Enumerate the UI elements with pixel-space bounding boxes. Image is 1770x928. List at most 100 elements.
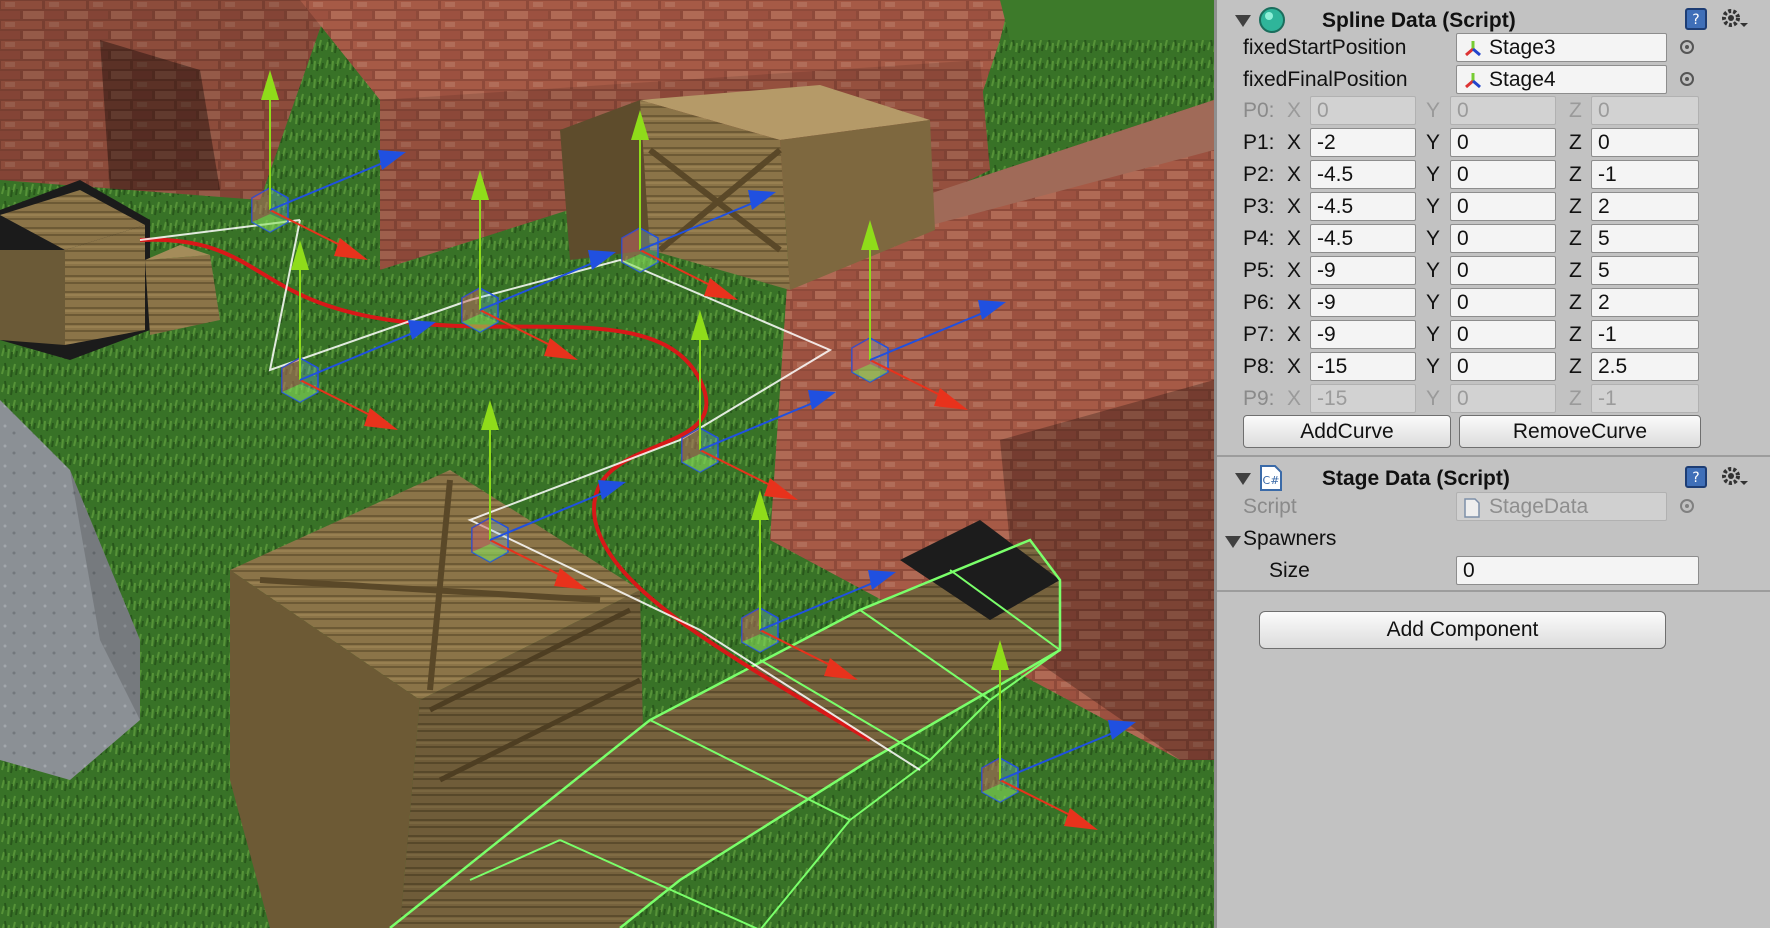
help-book-icon[interactable]: ? xyxy=(1684,465,1708,489)
foldout-arrow-icon[interactable] xyxy=(1235,15,1251,27)
point-z-field[interactable]: 2.5 xyxy=(1591,352,1699,381)
object-picker-icon xyxy=(1680,499,1694,513)
axis-y-label: Y xyxy=(1426,355,1441,378)
fixed-start-field[interactable]: Stage3 xyxy=(1456,33,1667,62)
point-x-field[interactable]: -9 xyxy=(1310,320,1416,349)
fixed-final-field[interactable]: Stage4 xyxy=(1456,65,1667,94)
size-field[interactable]: 0 xyxy=(1456,556,1699,585)
remove-curve-button[interactable]: RemoveCurve xyxy=(1459,415,1701,448)
axis-y-label: Y xyxy=(1426,195,1441,218)
scene-view[interactable] xyxy=(0,0,1214,928)
axis-y-label: Y xyxy=(1426,387,1441,410)
point-label: P5: xyxy=(1243,259,1275,282)
foldout-arrow-icon[interactable] xyxy=(1235,473,1251,485)
add-component-button[interactable]: Add Component xyxy=(1259,611,1666,649)
fixed-start-label: fixedStartPosition xyxy=(1243,36,1407,59)
axis-y-label: Y xyxy=(1426,99,1441,122)
csharp-script-icon xyxy=(1464,498,1480,518)
spawners-label[interactable]: Spawners xyxy=(1243,527,1336,551)
axis-z-label: Z xyxy=(1569,131,1582,154)
point-y-field[interactable]: 0 xyxy=(1450,320,1556,349)
stage-data-header[interactable]: C# Stage Data (Script) ? xyxy=(1217,460,1770,496)
axis-x-label: X xyxy=(1287,387,1302,410)
script-value: StageData xyxy=(1489,495,1589,518)
object-picker-icon[interactable] xyxy=(1680,72,1694,86)
axis-y-label: Y xyxy=(1426,291,1441,314)
axis-x-label: X xyxy=(1287,355,1302,378)
axis-z-label: Z xyxy=(1569,291,1582,314)
scene-canvas[interactable] xyxy=(0,0,1214,928)
axis-z-label: Z xyxy=(1569,227,1582,250)
axis-x-label: X xyxy=(1287,259,1302,282)
point-y-field[interactable]: 0 xyxy=(1450,288,1556,317)
point-label: P6: xyxy=(1243,291,1275,314)
axis-y-label: Y xyxy=(1426,131,1441,154)
point-z-field[interactable]: 2 xyxy=(1591,192,1699,221)
point-label: P2: xyxy=(1243,163,1275,186)
point-y-field: 0 xyxy=(1450,96,1556,125)
axis-z-label: Z xyxy=(1569,355,1582,378)
svg-text:?: ? xyxy=(1692,470,1699,486)
axis-x-label: X xyxy=(1287,131,1302,154)
axis-x-label: X xyxy=(1287,163,1302,186)
point-x-field[interactable]: -15 xyxy=(1310,352,1416,381)
point-y-field[interactable]: 0 xyxy=(1450,352,1556,381)
spline-data-title: Spline Data (Script) xyxy=(1322,9,1516,32)
svg-text:C#: C# xyxy=(1263,474,1280,487)
component-divider xyxy=(1217,590,1770,592)
csharp-script-icon: C# xyxy=(1260,465,1282,491)
axis-y-label: Y xyxy=(1426,323,1441,346)
point-y-field[interactable]: 0 xyxy=(1450,192,1556,221)
axis-z-label: Z xyxy=(1569,195,1582,218)
spawners-foldout-icon[interactable] xyxy=(1225,536,1241,548)
point-y-field[interactable]: 0 xyxy=(1450,224,1556,253)
point-label: P4: xyxy=(1243,227,1275,250)
axis-z-label: Z xyxy=(1569,259,1582,282)
point-label: P7: xyxy=(1243,323,1275,346)
axis-z-label: Z xyxy=(1569,387,1582,410)
point-z-field: -1 xyxy=(1591,384,1699,413)
point-x-field[interactable]: -4.5 xyxy=(1310,160,1416,189)
point-x-field[interactable]: -9 xyxy=(1310,256,1416,285)
fixed-start-value: Stage3 xyxy=(1489,36,1556,59)
point-label: P9: xyxy=(1243,387,1275,410)
point-z-field[interactable]: -1 xyxy=(1591,160,1699,189)
stage-data-title: Stage Data (Script) xyxy=(1322,467,1510,490)
transform-axes-icon xyxy=(1465,41,1481,57)
add-curve-button[interactable]: AddCurve xyxy=(1243,415,1451,448)
point-label: P8: xyxy=(1243,355,1275,378)
point-x-field[interactable]: -9 xyxy=(1310,288,1416,317)
point-x-field[interactable]: -4.5 xyxy=(1310,192,1416,221)
axis-z-label: Z xyxy=(1569,163,1582,186)
point-z-field[interactable]: -1 xyxy=(1591,320,1699,349)
point-label: P1: xyxy=(1243,131,1275,154)
axis-x-label: X xyxy=(1287,99,1302,122)
fixed-final-value: Stage4 xyxy=(1489,68,1556,91)
fixed-final-label: fixedFinalPosition xyxy=(1243,68,1408,91)
point-x-field: -15 xyxy=(1310,384,1416,413)
point-x-field[interactable]: -2 xyxy=(1310,128,1416,157)
object-picker-icon[interactable] xyxy=(1680,40,1694,54)
script-field: StageData xyxy=(1456,492,1667,521)
gear-icon[interactable] xyxy=(1718,5,1748,33)
point-y-field: 0 xyxy=(1450,384,1556,413)
script-label: Script xyxy=(1243,495,1297,518)
axis-y-label: Y xyxy=(1426,227,1441,250)
point-y-field[interactable]: 0 xyxy=(1450,160,1556,189)
point-label: P0: xyxy=(1243,99,1275,122)
point-z-field[interactable]: 0 xyxy=(1591,128,1699,157)
point-label: P3: xyxy=(1243,195,1275,218)
axis-x-label: X xyxy=(1287,195,1302,218)
help-book-icon[interactable]: ? xyxy=(1684,7,1708,31)
axis-z-label: Z xyxy=(1569,99,1582,122)
point-x-field[interactable]: -4.5 xyxy=(1310,224,1416,253)
point-z-field[interactable]: 5 xyxy=(1591,256,1699,285)
point-y-field[interactable]: 0 xyxy=(1450,256,1556,285)
point-z-field[interactable]: 2 xyxy=(1591,288,1699,317)
point-z-field[interactable]: 5 xyxy=(1591,224,1699,253)
axis-x-label: X xyxy=(1287,227,1302,250)
script-component-icon xyxy=(1259,7,1285,33)
gear-icon[interactable] xyxy=(1718,463,1748,491)
axis-x-label: X xyxy=(1287,291,1302,314)
point-y-field[interactable]: 0 xyxy=(1450,128,1556,157)
